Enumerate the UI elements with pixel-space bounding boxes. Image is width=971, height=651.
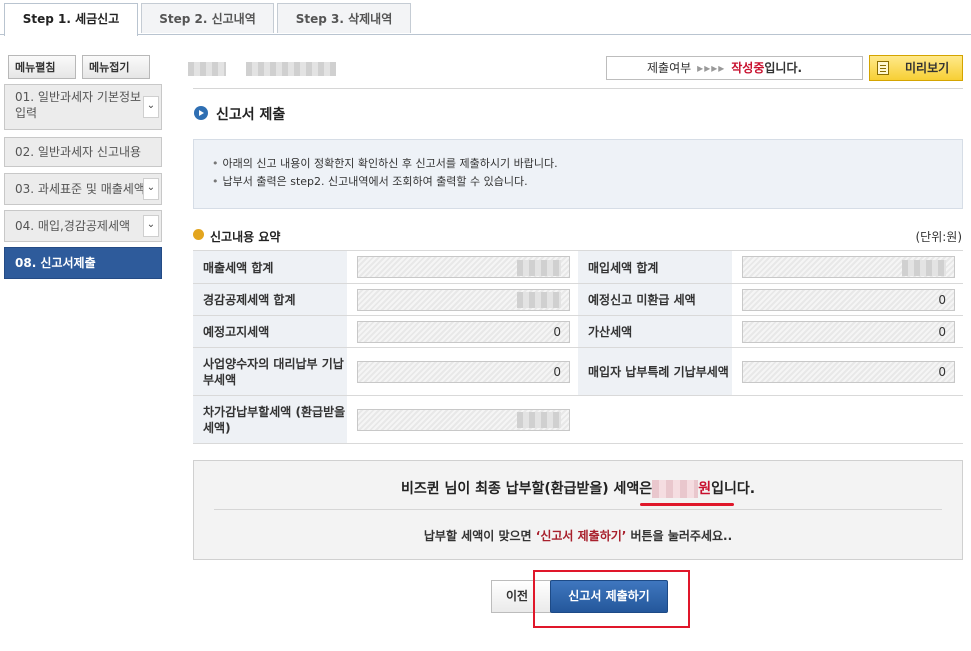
deduction-total-field bbox=[357, 288, 570, 311]
section-title: 신고서 제출 bbox=[216, 107, 286, 123]
label-cell: 차가감납부할세액 (환급받을세액) bbox=[193, 395, 347, 444]
chevron-down-icon[interactable]: ⌄ bbox=[143, 215, 159, 237]
value-cell bbox=[347, 283, 578, 316]
final-amount-message: 비즈퀸 님이 최종 납부할(환급받을) 세액은 원입니다. bbox=[194, 478, 962, 498]
preview-button[interactable]: 미리보기 bbox=[869, 55, 963, 81]
summary-table: 매출세액 합계 매입세액 합계 경감공제세액 합계 예정신고 미환급 세액 0 … bbox=[193, 250, 963, 444]
submit-instruction: 납부할 세액이 맞으면 ‘신고서 제출하기’ 버튼을 눌러주세요.. bbox=[194, 527, 962, 544]
value-cell: 0 bbox=[732, 283, 963, 316]
label-cell: 예정신고 미환급 세액 bbox=[578, 283, 732, 316]
sidebar-item-label: 08. 신고서제출 bbox=[15, 256, 96, 270]
submission-status: 제출여부 ▸▸▸▸ 작성중입니다. bbox=[606, 56, 863, 80]
bullet-dot-icon bbox=[193, 229, 204, 240]
proxy-payment-field: 0 bbox=[357, 360, 570, 383]
value-cell: 0 bbox=[732, 347, 963, 396]
tab-step3[interactable]: Step 3. 삭제내역 bbox=[277, 3, 411, 33]
instruction-suffix: 버튼을 눌러주세요.. bbox=[626, 529, 733, 543]
sales-tax-total-field bbox=[357, 256, 570, 278]
red-highlight-annotation bbox=[533, 570, 690, 628]
final-suffix: 입니다. bbox=[711, 481, 756, 497]
notice-text: 아래의 신고 내용이 정확한지 확인하신 후 신고서를 제출하시기 바랍니다. bbox=[222, 157, 558, 170]
sidebar-item-label: 01. 일반과세자 기본정보 입력 bbox=[15, 90, 142, 120]
tab-baseline bbox=[0, 34, 971, 35]
buyer-special-payment-field: 0 bbox=[742, 360, 955, 383]
status-arrows: ▸▸▸▸ bbox=[697, 61, 726, 75]
purchase-tax-total-field bbox=[742, 256, 955, 278]
notice-line: • 아래의 신고 내용이 정확한지 확인하신 후 신고서를 제출하시기 바랍니다. bbox=[212, 157, 558, 170]
status-state: 작성중 bbox=[731, 61, 765, 75]
label-cell: 예정고지세액 bbox=[193, 315, 347, 348]
label-cell: 매출세액 합계 bbox=[193, 250, 347, 284]
table-row: 예정고지세액 0 가산세액 0 bbox=[193, 315, 963, 348]
table-row: 사업양수자의 대리납부 기납부세액 0 매입자 납부특례 기납부세액 0 bbox=[193, 347, 963, 396]
value-cell bbox=[347, 250, 578, 284]
unit-label: (단위:원) bbox=[915, 230, 962, 244]
masked-business-name bbox=[188, 62, 226, 76]
table-row: 차가감납부할세액 (환급받을세액) bbox=[193, 395, 963, 444]
penalty-tax-field: 0 bbox=[742, 320, 955, 343]
label-cell: 가산세액 bbox=[578, 315, 732, 348]
status-label: 제출여부 bbox=[647, 61, 692, 75]
chevron-down-icon[interactable]: ⌄ bbox=[143, 178, 159, 200]
sidebar-item-tax-base[interactable]: 03. 과세표준 및 매출세액 ⌄ bbox=[4, 173, 162, 205]
value-cell: 0 bbox=[347, 315, 578, 348]
label-cell: 매입자 납부특례 기납부세액 bbox=[578, 347, 732, 396]
arrow-circle-icon bbox=[194, 106, 208, 120]
menu-collapse-button[interactable]: 메뉴접기 bbox=[82, 55, 150, 79]
masked-value bbox=[517, 412, 561, 428]
sidebar-item-label: 04. 매입,경감공제세액 bbox=[15, 219, 131, 233]
sidebar-item-submit[interactable]: 08. 신고서제출 bbox=[4, 247, 162, 279]
chevron-down-icon[interactable]: ⌄ bbox=[143, 96, 159, 118]
table-row: 매출세액 합계 매입세액 합계 bbox=[193, 250, 963, 284]
value-cell bbox=[347, 395, 578, 444]
sidebar-item-label: 02. 일반과세자 신고내용 bbox=[15, 145, 142, 159]
sidebar-item-deduction[interactable]: 04. 매입,경감공제세액 ⌄ bbox=[4, 210, 162, 242]
red-underline-annotation bbox=[640, 503, 734, 506]
instruction-highlight: ‘신고서 제출하기’ bbox=[535, 529, 627, 543]
final-unit: 원 bbox=[698, 481, 712, 497]
final-confirmation-box: 비즈퀸 님이 최종 납부할(환급받을) 세액은 원입니다. 납부할 세액이 맞으면… bbox=[193, 460, 963, 560]
instruction-prefix: 납부할 세액이 맞으면 bbox=[423, 529, 536, 543]
label-cell: 경감공제세액 합계 bbox=[193, 283, 347, 316]
masked-business-number bbox=[246, 62, 336, 76]
menu-expand-button[interactable]: 메뉴펼침 bbox=[8, 55, 76, 79]
unrefunded-tax-field: 0 bbox=[742, 288, 955, 311]
masked-value bbox=[517, 292, 561, 308]
divider bbox=[193, 88, 963, 89]
status-suffix: 입니다. bbox=[764, 61, 803, 75]
sidebar-item-label: 03. 과세표준 및 매출세액 bbox=[15, 182, 145, 196]
notice-text: 납부서 출력은 step2. 신고내역에서 조회하여 출력할 수 있습니다. bbox=[222, 175, 528, 188]
value-cell bbox=[732, 250, 963, 284]
preview-button-label: 미리보기 bbox=[905, 61, 950, 75]
value-cell: 0 bbox=[347, 347, 578, 396]
empty-cell bbox=[732, 395, 963, 444]
notice-tax-field: 0 bbox=[357, 320, 570, 343]
notice-box: • 아래의 신고 내용이 정확한지 확인하신 후 신고서를 제출하시기 바랍니다.… bbox=[193, 139, 963, 209]
document-icon bbox=[877, 61, 889, 75]
net-payable-field bbox=[357, 408, 570, 431]
step-tabs: Step 1. 세금신고 Step 2. 신고내역 Step 3. 삭제내역 bbox=[0, 0, 971, 38]
sidebar-item-report-content[interactable]: 02. 일반과세자 신고내용 bbox=[4, 137, 162, 167]
masked-final-amount bbox=[652, 480, 699, 498]
label-cell: 매입세액 합계 bbox=[578, 250, 732, 284]
empty-cell bbox=[578, 395, 732, 444]
table-row: 경감공제세액 합계 예정신고 미환급 세액 0 bbox=[193, 283, 963, 316]
divider bbox=[214, 509, 942, 510]
sidebar-item-basic-info[interactable]: 01. 일반과세자 기본정보 입력 ⌄ bbox=[4, 84, 162, 130]
tab-step1[interactable]: Step 1. 세금신고 bbox=[4, 3, 138, 38]
masked-value bbox=[517, 259, 561, 276]
tab-step2[interactable]: Step 2. 신고내역 bbox=[141, 3, 274, 33]
value-cell: 0 bbox=[732, 315, 963, 348]
label-cell: 사업양수자의 대리납부 기납부세액 bbox=[193, 347, 347, 396]
final-prefix: 비즈퀸 님이 최종 납부할(환급받을) 세액은 bbox=[400, 481, 653, 497]
masked-value bbox=[902, 259, 946, 276]
notice-line: • 납부서 출력은 step2. 신고내역에서 조회하여 출력할 수 있습니다. bbox=[212, 175, 528, 188]
summary-title: 신고내용 요약 bbox=[210, 230, 281, 244]
